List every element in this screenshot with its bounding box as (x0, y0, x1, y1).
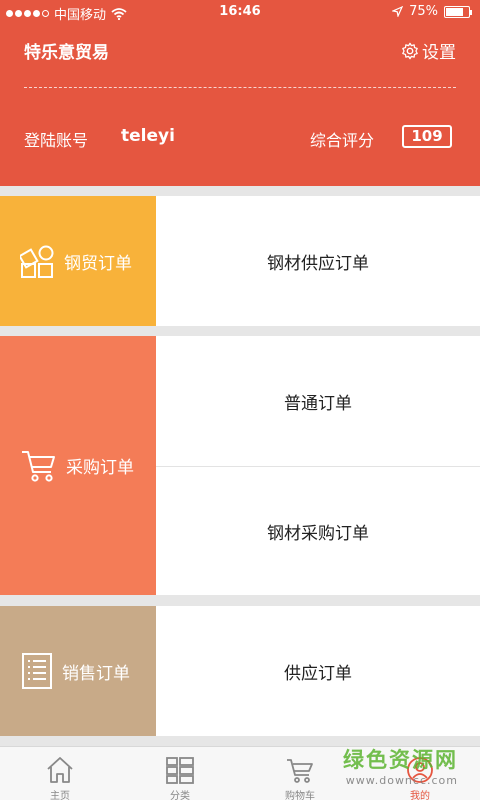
steel-trade-items: 钢材供应订单 (156, 196, 480, 326)
gear-icon (402, 42, 418, 59)
steel-purchase-order-item[interactable]: 钢材采购订单 (156, 467, 480, 595)
settings-label: 设置 (422, 43, 456, 63)
steel-trade-section: 钢贸订单 钢材供应订单 (0, 196, 480, 326)
sales-items: 供应订单 (156, 606, 480, 736)
account-label: 登陆账号 (24, 131, 89, 150)
list-document-icon (22, 653, 52, 689)
tab-home[interactable]: 主页 (0, 747, 120, 800)
steel-trade-category[interactable]: 钢贸订单 (0, 196, 156, 326)
steel-supply-order-label: 钢材供应订单 (267, 253, 369, 274)
settings-button[interactable]: 设置 (401, 38, 456, 63)
dashed-divider (24, 87, 456, 88)
score-badge: 109 (402, 125, 452, 148)
tab-category-label: 分类 (170, 791, 190, 800)
battery-percent: 75% (409, 4, 438, 19)
steel-purchase-order-label: 钢材采购订单 (267, 523, 369, 544)
tab-home-label: 主页 (50, 791, 70, 800)
location-arrow-icon (392, 6, 404, 17)
supply-order-item[interactable]: 供应订单 (156, 606, 480, 736)
purchase-category[interactable]: 采购订单 (0, 336, 156, 595)
battery-fill (446, 7, 463, 16)
watermark: 绿色资源网 www.downcc.com (343, 744, 458, 787)
cart-icon (22, 450, 55, 482)
sales-section: 销售订单 供应订单 (0, 606, 480, 736)
regular-order-label: 普通订单 (284, 393, 352, 414)
sales-label: 销售订单 (62, 663, 130, 684)
steel-trade-label: 钢贸订单 (64, 253, 132, 274)
tab-category[interactable]: 分类 (120, 747, 240, 800)
tab-cart-label: 购物车 (285, 791, 315, 800)
score-label: 综合评分 (310, 131, 375, 150)
profile-header: 特乐意贸易 设置 登陆账号 teleyi 综合评分 109 (0, 24, 480, 186)
purchase-section: 采购订单 普通订单 钢材采购订单 (0, 336, 480, 595)
tab-cart[interactable]: 购物车 (240, 747, 360, 800)
watermark-title: 绿色资源网 (343, 748, 458, 772)
purchase-items: 普通订单 钢材采购订单 (156, 336, 480, 595)
purchase-label: 采购订单 (66, 458, 134, 478)
cart-icon (287, 759, 313, 783)
regular-order-item[interactable]: 普通订单 (156, 336, 480, 466)
shapes-icon (20, 245, 54, 278)
category-icon (166, 757, 194, 784)
status-bar: 中国移动 16:46 75% (0, 0, 480, 24)
battery-icon (444, 5, 472, 18)
watermark-url: www.downcc.com (345, 774, 458, 787)
status-right: 75% (392, 4, 472, 19)
tab-profile-label: 我的 (410, 791, 430, 800)
account-value: teleyi (121, 126, 175, 146)
supply-order-label: 供应订单 (284, 663, 352, 684)
app-name: 特乐意贸易 (24, 43, 109, 63)
home-icon (47, 757, 73, 783)
sales-category[interactable]: 销售订单 (0, 606, 156, 736)
steel-supply-order-item[interactable]: 钢材供应订单 (156, 196, 480, 326)
